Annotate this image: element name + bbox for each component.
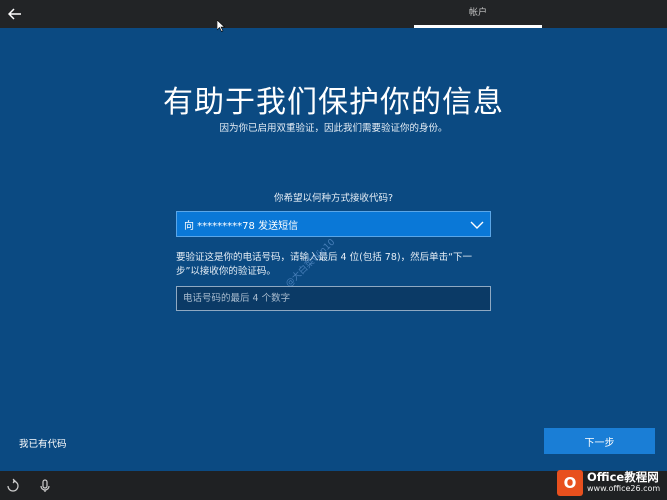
- have-code-link[interactable]: 我已有代码: [19, 436, 67, 450]
- next-button[interactable]: 下一步: [544, 428, 655, 454]
- microphone-icon[interactable]: [37, 478, 53, 494]
- page-subtitle: 因为你已启用双重验证，因此我们需要验证你的身份。: [219, 123, 448, 134]
- top-bar: 帐户: [0, 0, 667, 28]
- office-logo-icon: O: [557, 470, 583, 496]
- back-button[interactable]: [0, 0, 30, 28]
- tab-account[interactable]: 帐户: [414, 0, 542, 28]
- site-logo: O Office教程网 www.office26.com: [557, 466, 667, 500]
- ease-of-access-icon[interactable]: [5, 478, 21, 494]
- verification-method-select[interactable]: 向 *********78 发送短信: [176, 211, 491, 237]
- instruction-text: 要验证这是你的电话号码，请输入最后 4 位(包括 78)，然后单击“下一步”以接…: [176, 252, 473, 277]
- mouse-cursor-icon: [217, 20, 225, 32]
- phone-digits-input[interactable]: [176, 286, 491, 311]
- page-title: 有助于我们保护你的信息: [163, 85, 504, 120]
- chevron-down-icon: [470, 221, 484, 229]
- arrow-left-icon: [8, 8, 21, 20]
- method-prompt-label: 你希望以何种方式接收代码?: [273, 193, 394, 204]
- tab-active-indicator: [414, 25, 542, 28]
- logo-main-text: Office教程网: [587, 470, 659, 484]
- logo-url-text: www.office26.com: [587, 484, 661, 493]
- verification-method-value: 向 *********78 发送短信: [184, 220, 299, 232]
